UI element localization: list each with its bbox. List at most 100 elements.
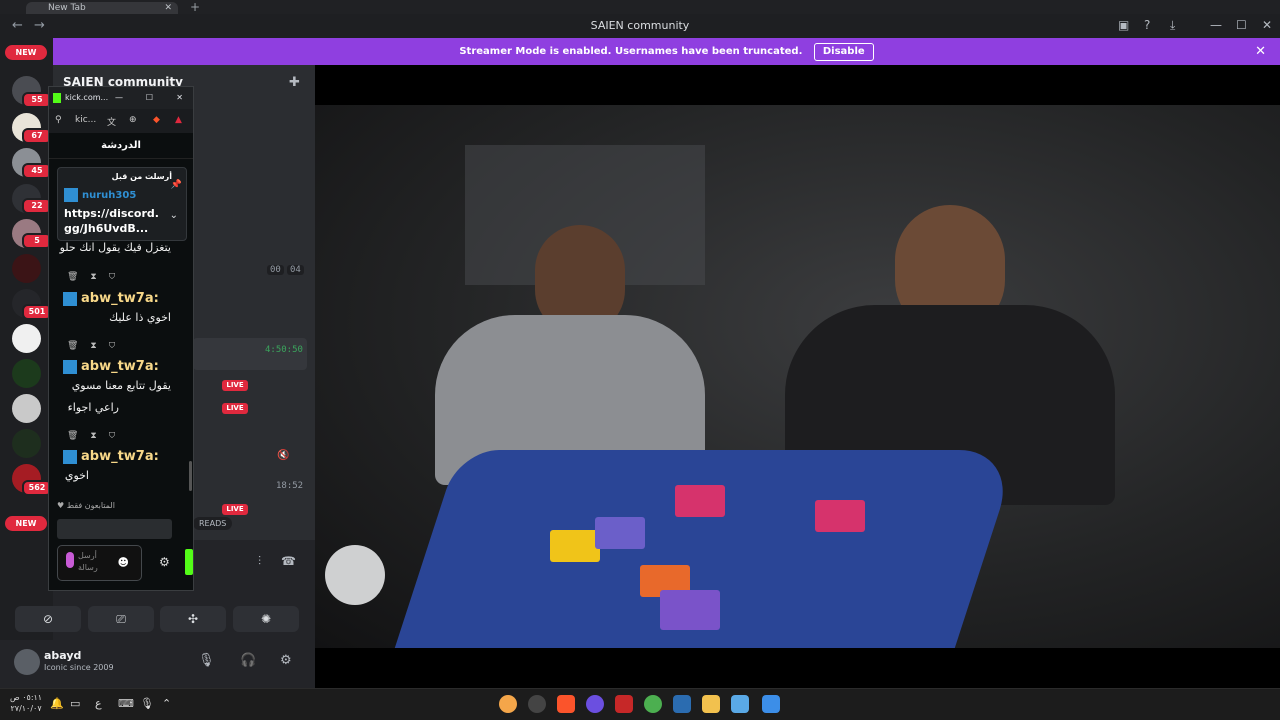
settings-icon[interactable]: ⚙ (159, 555, 170, 569)
threads-label[interactable]: READS (193, 517, 233, 530)
taskbar-app-icon[interactable] (615, 695, 633, 713)
disable-button[interactable]: Disable (813, 43, 874, 61)
language-indicator[interactable]: ع (95, 697, 102, 710)
title-bar: ← → SAIEN community ▣ ? ⤓ — ☐ ✕ (0, 14, 1280, 38)
server-icon[interactable] (12, 394, 41, 423)
close-icon[interactable]: ✕ (176, 87, 183, 109)
chrome-icon[interactable] (644, 695, 662, 713)
brave-icon[interactable] (557, 695, 575, 713)
popup-url: kick.com... (65, 93, 109, 102)
chat-message-text: اخوي (64, 469, 89, 482)
clock[interactable]: ٠٥:١١ ص ٢٧/١٠/٠٧ (10, 692, 42, 714)
chat-username[interactable]: abw_tw7a: (63, 449, 159, 464)
chevron-up-icon[interactable]: ⌃ (162, 697, 171, 710)
muted-icon: 🔇 (277, 450, 290, 461)
kick-logo-icon (53, 93, 61, 103)
mod-actions[interactable]: 🗑⧗⛉ (67, 341, 127, 351)
badge-icon (63, 449, 77, 464)
close-icon[interactable]: ✕ (1262, 18, 1272, 32)
close-tab-icon[interactable]: ✕ (164, 2, 172, 14)
live-badge: LIVE (222, 504, 248, 515)
settings-icon[interactable]: ⚙ (280, 653, 292, 668)
minimize-icon[interactable]: — (115, 87, 123, 109)
maximize-icon[interactable]: ☐ (146, 87, 153, 109)
camera-button[interactable]: ⊘ (15, 606, 81, 632)
server-icon[interactable] (12, 429, 41, 458)
server-icon[interactable] (12, 254, 41, 283)
activities-button[interactable]: ✣ (160, 606, 226, 632)
site-settings-icon[interactable]: ⚲ (55, 115, 62, 125)
folder-icon[interactable] (702, 695, 720, 713)
taskbar-app-icon[interactable] (499, 695, 517, 713)
soundboard-icon[interactable]: ⫶ (258, 554, 261, 569)
pinned-label: أرسلت من قبل (111, 172, 172, 181)
new-unread-pill[interactable]: NEW (5, 45, 47, 60)
pinned-message[interactable]: أرسلت من قبل 📌 nuruh305 https://discord.… (57, 167, 187, 241)
popup-tab: kic... (75, 115, 97, 125)
game-card (660, 590, 720, 630)
pinned-user: nuruh305 (64, 188, 136, 202)
browser-tab[interactable]: New Tab ✕ (26, 2, 178, 14)
microphone-icon[interactable]: 🎙 (140, 697, 154, 710)
taskbar-app-icon[interactable] (731, 695, 749, 713)
pinned-link[interactable]: https://discord.gg/Jh6UvdB... (64, 206, 159, 236)
mod-actions[interactable]: 🗑⧗⛉ (67, 431, 127, 441)
taskbar-app-icon[interactable] (586, 695, 604, 713)
chat-message-text: راعي اجواء (67, 401, 119, 414)
soundboard-button[interactable]: ✺ (233, 606, 299, 632)
chat-input[interactable]: أرسل رسالة ☻ (57, 545, 142, 581)
new-unread-pill[interactable]: NEW (5, 516, 47, 531)
display-icon[interactable]: ▭ (70, 697, 80, 710)
server-icon[interactable] (12, 359, 41, 388)
store-icon[interactable] (673, 695, 691, 713)
new-tab-icon[interactable]: + (190, 0, 200, 14)
tab-title: New Tab (48, 3, 86, 13)
taskbar-app-icon[interactable] (528, 695, 546, 713)
kick-chat-popup: kick.com... — ☐ ✕ ⚲ kic... 文 ⊕ ◆ ▲ الدرد… (48, 86, 194, 591)
maximize-icon[interactable]: ☐ (1236, 18, 1247, 32)
username[interactable]: abayd (44, 649, 81, 662)
live-badge: LIVE (222, 403, 248, 414)
chat-username[interactable]: abw_tw7a: (63, 359, 159, 374)
window-title: SAIEN community (590, 19, 690, 32)
game-card (595, 517, 645, 549)
badge-icon (64, 188, 78, 202)
windows-start-icon[interactable] (762, 695, 780, 713)
live-badge: LIVE (222, 380, 248, 391)
minimize-icon[interactable]: — (1210, 18, 1222, 32)
translate-icon[interactable]: 文 (107, 115, 116, 128)
scrollbar[interactable] (189, 461, 192, 491)
chat-username[interactable]: abw_tw7a: (63, 291, 159, 306)
emoji-icon[interactable]: ☻ (118, 556, 129, 569)
disconnect-icon[interactable]: ☎ (281, 554, 296, 568)
channel-time: 4:50:50 (265, 345, 303, 355)
send-button[interactable] (185, 549, 193, 575)
brave-shield-icon[interactable]: ◆ (153, 115, 160, 125)
clock-time: ٠٥:١١ ص (10, 693, 43, 702)
emote-strip[interactable] (57, 519, 172, 539)
pin-icon[interactable]: 📌 (171, 180, 182, 190)
stream-video[interactable] (315, 105, 1280, 648)
close-notice-icon[interactable]: ✕ (1255, 38, 1266, 65)
chat-message-text: يتغزل فيك يقول انك حلو (59, 241, 171, 254)
avatar[interactable] (14, 649, 40, 675)
download-icon[interactable]: ⤓ (1170, 18, 1175, 33)
chat-message-text: يقول تتابع معنا مسوي (71, 379, 171, 392)
server-icon[interactable] (12, 324, 41, 353)
chevron-down-icon[interactable]: ⌄ (170, 210, 178, 221)
badge-icon (63, 359, 77, 374)
help-icon[interactable]: ? (1144, 18, 1150, 32)
notifications-icon[interactable]: 🔔 (50, 697, 64, 710)
keyboard-icon[interactable]: ⌨ (118, 697, 134, 710)
mod-actions[interactable]: 🗑⧗⛉ (67, 272, 127, 282)
zoom-icon[interactable]: ⊕ (129, 115, 137, 125)
microphone-icon[interactable]: 🎙 (198, 653, 215, 668)
headphones-icon[interactable]: 🎧 (240, 653, 256, 668)
timer-a: 00 (267, 265, 284, 275)
screenshare-button[interactable]: ⎚ (88, 606, 154, 632)
chat-heading: الدردشة (49, 133, 193, 159)
inbox-icon[interactable]: ▣ (1118, 18, 1129, 32)
clock-date: ٢٧/١٠/٠٧ (10, 704, 42, 713)
rewards-icon[interactable]: ▲ (175, 115, 182, 125)
add-member-icon[interactable]: ✚ (289, 75, 300, 90)
